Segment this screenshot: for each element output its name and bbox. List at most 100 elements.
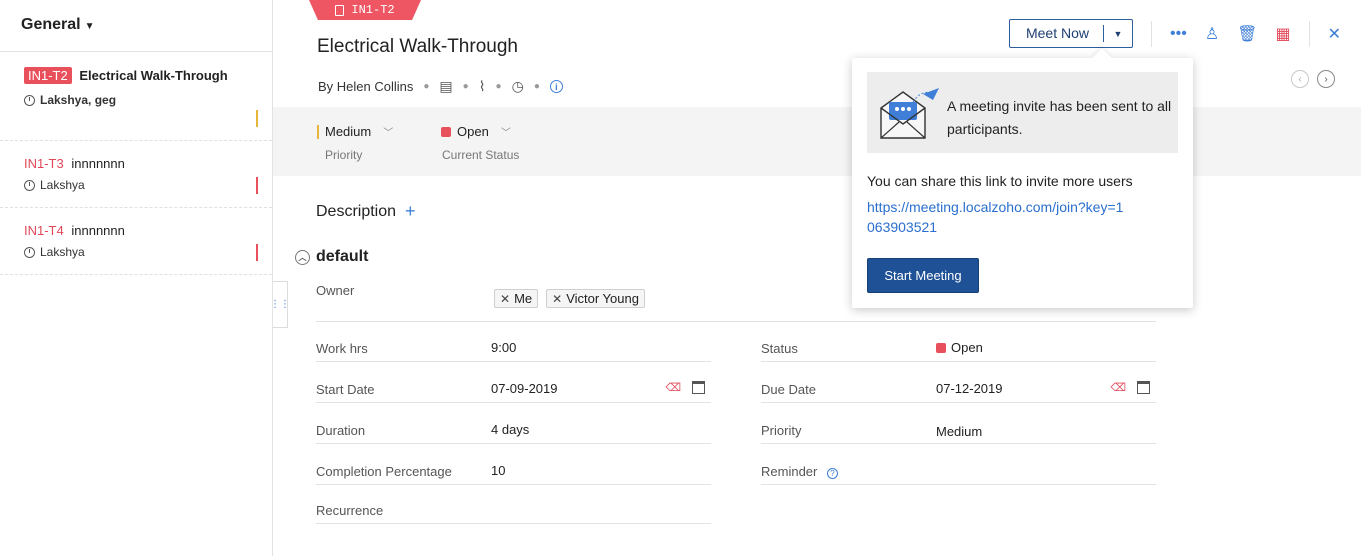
task-list-item[interactable]: IN1-T3 innnnnnn Lakshya xyxy=(0,141,272,208)
reminder-field[interactable]: Reminder ? xyxy=(761,444,1156,485)
section-header[interactable]: ︿ default xyxy=(295,248,368,266)
task-id-badge: IN1-T2 xyxy=(24,67,72,84)
collapse-icon[interactable]: ︿ xyxy=(295,249,310,265)
clock-icon xyxy=(24,246,35,258)
invite-sent-message: A meeting invite has been sent to all pa… xyxy=(947,98,1172,137)
chevron-down-icon[interactable]: ▼ xyxy=(1104,29,1132,39)
ribbon-id: IN1-T2 xyxy=(351,3,395,17)
priority-field[interactable]: Priority Medium xyxy=(761,403,1156,444)
help-icon[interactable]: ? xyxy=(826,468,838,479)
caret-down-icon: ▼ xyxy=(84,21,95,32)
field-label: Start Date xyxy=(316,382,375,397)
info-icon[interactable]: i xyxy=(549,80,563,93)
clear-date-icon[interactable]: ⌫ xyxy=(1110,381,1126,394)
calendar-icon[interactable] xyxy=(1137,381,1150,394)
description-header: Description + xyxy=(316,201,416,222)
field-value[interactable]: 4 days xyxy=(491,422,529,437)
task-icon xyxy=(335,4,345,16)
reminder-label: Reminder xyxy=(761,464,818,479)
comment-icon[interactable]: ▤ xyxy=(439,78,452,95)
priority-indicator xyxy=(256,177,258,194)
task-id: IN1-T3 xyxy=(24,156,64,171)
drag-handle-icon[interactable]: ⋮⋮ xyxy=(270,281,290,328)
remove-icon[interactable]: ✕ xyxy=(552,292,562,306)
invite-sent-banner: A meeting invite has been sent to all pa… xyxy=(867,72,1178,153)
task-list-sidebar: General ▼ IN1-T2 Electrical Walk-Through… xyxy=(0,0,273,556)
chevron-down-icon[interactable]: ﹀ xyxy=(383,124,393,139)
field-value[interactable]: 07-12-2019 xyxy=(936,381,1003,396)
field-value[interactable]: 07-09-2019 xyxy=(491,381,558,396)
more-icon[interactable]: ••• xyxy=(1170,25,1187,43)
recurrence-field[interactable]: Recurrence xyxy=(316,483,711,524)
duration-field[interactable]: Duration 4 days xyxy=(316,403,711,444)
chevron-down-icon[interactable]: ﹀ xyxy=(501,124,511,139)
owner-chip[interactable]: ✕ Victor Young xyxy=(546,289,645,308)
share-link-text: You can share this link to invite more u… xyxy=(867,173,1133,189)
owner-name: Victor Young xyxy=(566,291,639,306)
start-meeting-button[interactable]: Start Meeting xyxy=(867,258,979,293)
field-label: Priority xyxy=(761,423,802,438)
task-title: innnnnnn xyxy=(71,156,125,171)
field-label: Reminder ? xyxy=(761,464,838,479)
description-label: Description xyxy=(316,202,397,220)
section-name: default xyxy=(316,248,369,265)
start-date-field[interactable]: Start Date 07-09-2019 ⌫ xyxy=(316,362,711,403)
task-assignees: Lakshya xyxy=(40,178,85,192)
record-navigation: ‹ › xyxy=(1291,70,1335,88)
field-label: Completion Percentage xyxy=(316,464,452,479)
remove-icon[interactable]: ✕ xyxy=(500,292,510,306)
calendar-icon[interactable] xyxy=(692,381,705,394)
status-text: Open xyxy=(951,340,983,355)
status-label: Current Status xyxy=(442,148,520,162)
timer-icon[interactable]: ◷ xyxy=(512,78,524,95)
task-title-heading[interactable]: Electrical Walk-Through xyxy=(317,36,518,58)
field-label: Status xyxy=(761,341,798,356)
task-id: IN1-T4 xyxy=(24,223,64,238)
trash-icon[interactable]: 🗑 xyxy=(1237,24,1257,44)
task-id-ribbon: IN1-T2 xyxy=(309,0,421,20)
field-label: Work hrs xyxy=(316,341,368,356)
clock-icon xyxy=(24,94,35,106)
field-label: Duration xyxy=(316,423,366,438)
owner-chips: ✕ Me ✕ Victor Young xyxy=(494,289,645,308)
clear-date-icon[interactable]: ⌫ xyxy=(665,381,681,394)
add-description-icon[interactable]: + xyxy=(405,201,416,222)
task-title: Electrical Walk-Through xyxy=(79,68,228,83)
previous-icon[interactable]: ‹ xyxy=(1291,70,1309,88)
owner-chip[interactable]: ✕ Me xyxy=(494,289,539,308)
field-value[interactable]: Open xyxy=(936,340,983,355)
status-field[interactable]: Status Open xyxy=(761,321,1156,362)
field-value[interactable]: 9:00 xyxy=(491,340,516,355)
task-list-item[interactable]: IN1-T4 innnnnnn Lakshya xyxy=(0,208,272,275)
owner-label: Owner xyxy=(316,283,355,298)
due-date-field[interactable]: Due Date 07-12-2019 ⌫ xyxy=(761,362,1156,403)
owner-name: Me xyxy=(514,291,533,306)
task-assignees: Lakshya xyxy=(40,245,85,259)
meeting-invite-popover: A meeting invite has been sent to all pa… xyxy=(852,48,1193,308)
completion-percentage-field[interactable]: Completion Percentage 10 xyxy=(316,444,711,485)
clock-icon xyxy=(24,179,35,191)
priority-value: Medium xyxy=(325,124,372,139)
next-icon[interactable]: › xyxy=(1317,70,1335,88)
meet-now-label[interactable]: Meet Now xyxy=(1010,25,1104,42)
status-indicator xyxy=(936,342,946,353)
close-icon[interactable]: ✕ xyxy=(1328,24,1341,44)
status-summary[interactable]: Open ﹀ Current Status xyxy=(441,124,519,162)
priority-summary[interactable]: Medium ﹀ Priority xyxy=(317,124,393,162)
field-value[interactable]: 10 xyxy=(491,463,505,478)
user-icon[interactable]: ♙ xyxy=(1205,24,1219,44)
field-value[interactable]: Medium xyxy=(936,424,982,439)
meeting-link[interactable]: https://meeting.localzoho.com/join?key=1… xyxy=(867,197,1127,237)
work-hrs-field[interactable]: Work hrs 9:00 xyxy=(316,321,711,362)
summary-band: Medium ﹀ Priority Open ﹀ Current Status xyxy=(273,107,1361,176)
priority-indicator xyxy=(256,110,258,127)
task-list-item[interactable]: IN1-T2 Electrical Walk-Through Lakshya, … xyxy=(0,52,272,141)
view-selector[interactable]: General ▼ xyxy=(0,0,272,52)
meet-now-button[interactable]: Meet Now ▼ xyxy=(1008,19,1133,48)
timesheet-icon[interactable]: ▦ xyxy=(1275,24,1290,44)
field-label: Due Date xyxy=(761,382,816,397)
priority-indicator xyxy=(256,244,258,261)
attachment-icon[interactable]: ⌇ xyxy=(479,78,486,95)
envelope-icon xyxy=(880,88,939,139)
task-detail: IN1-T2 Electrical Walk-Through By Helen … xyxy=(270,0,1361,556)
